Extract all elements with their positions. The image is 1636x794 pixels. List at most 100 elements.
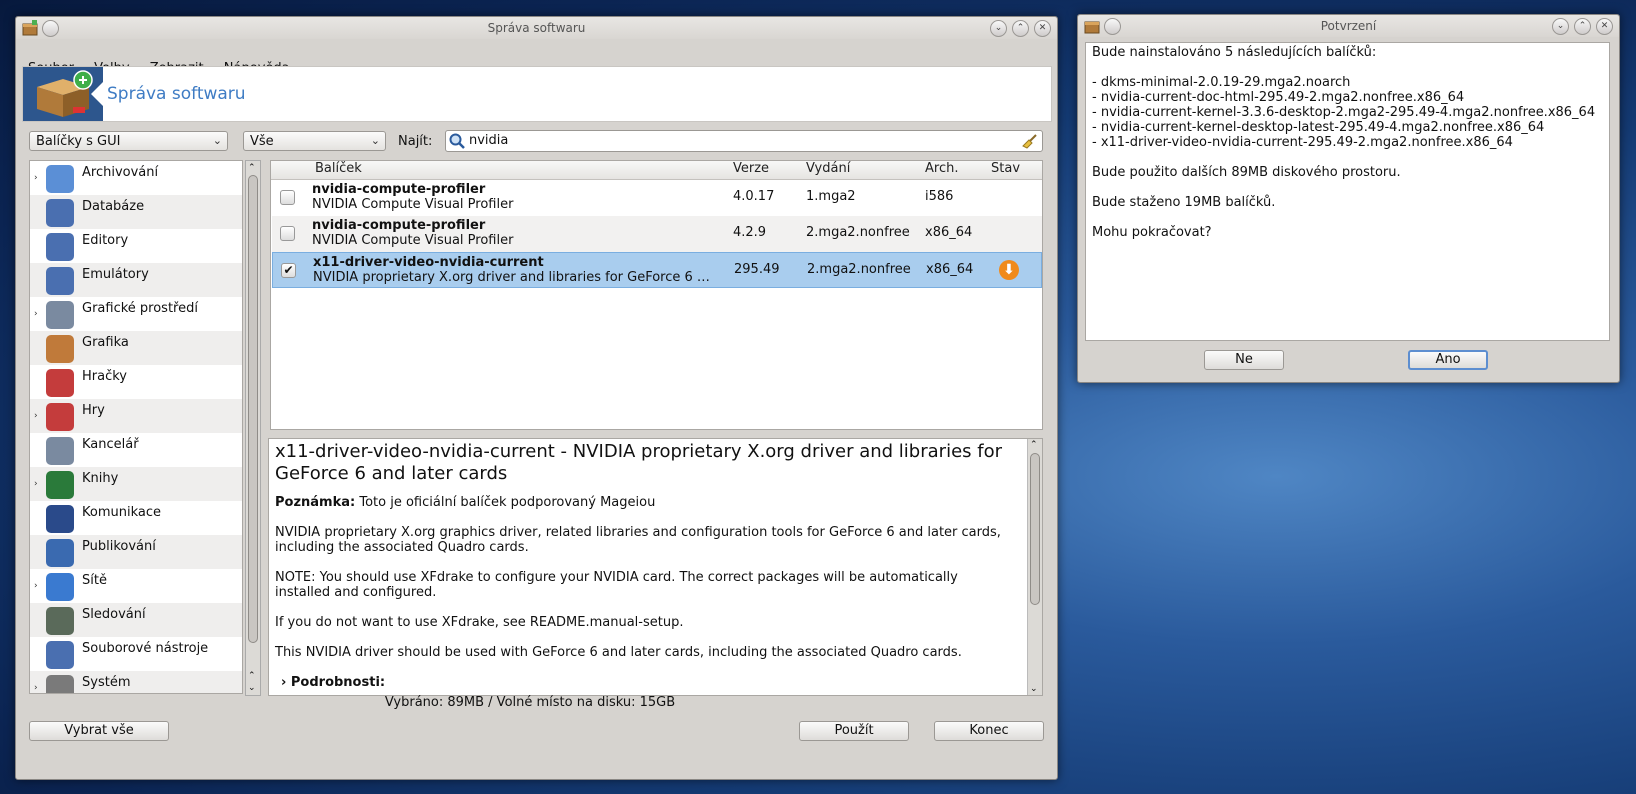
details-label: Podrobnosti: (290, 675, 386, 690)
category-item[interactable]: Databáze (30, 195, 242, 229)
category-item[interactable]: Editory (30, 229, 242, 263)
message-line: - nvidia-current-doc-html-295.49-2.mga2.… (1092, 90, 1465, 105)
package-row[interactable]: nvidia-compute-profiler NVIDIA Compute Vi… (272, 216, 1042, 252)
category-scroll-thumb[interactable] (248, 175, 258, 643)
package-arch: x86_64 (926, 262, 974, 277)
maximize-button[interactable]: ⌃ (1574, 18, 1591, 35)
category-label: Publikování (82, 539, 156, 554)
no-button[interactable]: Ne (1204, 350, 1284, 370)
search-value: nvidia (469, 133, 509, 148)
message-line: - nvidia-current-kernel-3.3.6-desktop-2.… (1092, 105, 1596, 120)
expand-arrow-icon[interactable]: › (34, 479, 38, 489)
banner-arrow (91, 82, 103, 106)
package-name: nvidia-compute-profiler (312, 218, 486, 233)
category-label: Editory (82, 233, 129, 248)
expand-arrow-icon[interactable]: › (34, 683, 38, 693)
category-label: Grafika (82, 335, 129, 350)
close-button[interactable]: ✕ (1034, 20, 1051, 37)
description-scrollbar[interactable]: ⌃ ⌄ (1027, 439, 1042, 695)
expand-arrow-icon[interactable]: › (34, 411, 38, 421)
window-title: Správa softwaru (487, 21, 586, 35)
message-line (1092, 210, 1603, 225)
category-item[interactable]: Emulátory (30, 263, 242, 297)
category-label: Hračky (82, 369, 127, 384)
category-item[interactable]: Grafika (30, 331, 242, 365)
main-titlebar[interactable]: Správa softwaru ⌄ ⌃ ✕ (16, 17, 1057, 39)
archive-icon (46, 165, 74, 193)
close-button[interactable]: ✕ (1596, 18, 1613, 35)
scroll-up-icon[interactable]: ⌃ (248, 163, 256, 173)
column-package[interactable]: Balíček (315, 161, 362, 179)
message-line (1092, 60, 1603, 75)
note-text: Toto je oficiální balíček podporovaný Ma… (359, 495, 656, 510)
description-heading: x11-driver-video-nvidia-current - NVIDIA… (275, 441, 1002, 484)
package-row[interactable]: nvidia-compute-profiler NVIDIA Compute Vi… (272, 180, 1042, 216)
quit-button[interactable]: Konec (934, 721, 1044, 741)
scroll-down-icon[interactable]: ⌄ (248, 683, 256, 693)
message-line: - dkms-minimal-2.0.19-29.mga2.noarch (1092, 75, 1351, 90)
expand-arrow-icon[interactable]: › (34, 173, 38, 183)
palette-icon (46, 335, 74, 363)
emulator-icon (46, 267, 74, 295)
scope-value: Vše (250, 134, 274, 149)
maximize-button[interactable]: ⌃ (1012, 20, 1029, 37)
minimize-button[interactable]: ⌄ (990, 20, 1007, 37)
yes-button[interactable]: Ano (1408, 350, 1488, 370)
expand-arrow-icon[interactable]: › (34, 309, 38, 319)
package-checkbox[interactable] (280, 190, 295, 205)
category-label: Systém (82, 675, 131, 690)
package-filter-combo[interactable]: Balíčky s GUI ⌄ (29, 131, 228, 151)
category-item[interactable]: › Systém (30, 671, 242, 693)
category-label: Sítě (82, 573, 107, 588)
column-status[interactable]: Stav (991, 161, 1020, 179)
package-summary: NVIDIA proprietary X.org driver and libr… (313, 270, 713, 285)
package-row[interactable]: ✔ x11-driver-video-nvidia-current NVIDIA p… (272, 252, 1042, 288)
scroll-up-icon[interactable]: ⌃ (1030, 440, 1038, 450)
category-item[interactable]: › Grafické prostředí (30, 297, 242, 331)
confirm-message-lines: Bude nainstalováno 5 následujících balíč… (1092, 45, 1603, 240)
category-label: Emulátory (82, 267, 149, 282)
message-line: Bude staženo 19MB balíčků. (1092, 195, 1276, 210)
dialog-titlebar[interactable]: Potvrzení ⌄ ⌃ ✕ (1078, 15, 1619, 37)
category-item[interactable]: › Knihy (30, 467, 242, 501)
package-checkbox[interactable] (280, 226, 295, 241)
category-label: Archivování (82, 165, 159, 180)
select-all-button[interactable]: Vybrat vše (29, 721, 169, 741)
scroll-up-icon[interactable]: ⌃ (248, 671, 256, 681)
category-item[interactable]: Kancelář (30, 433, 242, 467)
category-item[interactable]: › Sítě (30, 569, 242, 603)
database-icon (46, 199, 74, 227)
description-paragraph: If you do not want to use XFdrake, see R… (275, 615, 684, 630)
scroll-down-icon[interactable]: ⌄ (1030, 684, 1038, 694)
cards-icon (46, 369, 74, 397)
category-scrollbar[interactable]: ⌃ ⌃ ⌄ (245, 160, 261, 696)
minimize-button[interactable]: ⌄ (1552, 18, 1569, 35)
package-checkbox[interactable]: ✔ (281, 263, 296, 278)
category-list: › Archivování Databáze Editory Emulátory › Gra… (29, 160, 243, 694)
scope-combo[interactable]: Vše ⌄ (243, 131, 386, 151)
details-expander[interactable]: › Podrobnosti: (281, 675, 1015, 690)
message-line: - nvidia-current-kernel-desktop-latest-2… (1092, 120, 1545, 135)
category-item[interactable]: Hračky (30, 365, 242, 399)
column-release[interactable]: Vydání (806, 161, 850, 179)
column-version[interactable]: Verze (733, 161, 769, 179)
message-line: Bude použito dalších 89MB diskového pros… (1092, 165, 1401, 180)
message-line (1092, 150, 1603, 165)
package-description: x11-driver-video-nvidia-current - NVIDIA… (268, 438, 1043, 696)
apply-button[interactable]: Použít (799, 721, 909, 741)
category-item[interactable]: Sledování (30, 603, 242, 637)
category-item[interactable]: › Hry (30, 399, 242, 433)
expand-arrow-icon[interactable]: › (34, 581, 38, 591)
category-item[interactable]: › Archivování (30, 161, 242, 195)
search-input[interactable]: nvidia (445, 130, 1043, 152)
banner-title: Správa softwaru (107, 84, 246, 104)
package-version: 4.2.9 (733, 225, 767, 240)
category-item[interactable]: Souborové nástroje (30, 637, 242, 671)
clear-search-icon[interactable] (1022, 133, 1038, 153)
category-item[interactable]: Publikování (30, 535, 242, 569)
download-icon: ⬇ (999, 260, 1019, 280)
category-item[interactable]: Komunikace (30, 501, 242, 535)
column-arch[interactable]: Arch. (925, 161, 958, 179)
status-bar: Vybráno: 89MB / Volné místo na disku: 15… (384, 695, 676, 710)
description-scroll-thumb[interactable] (1030, 453, 1040, 605)
